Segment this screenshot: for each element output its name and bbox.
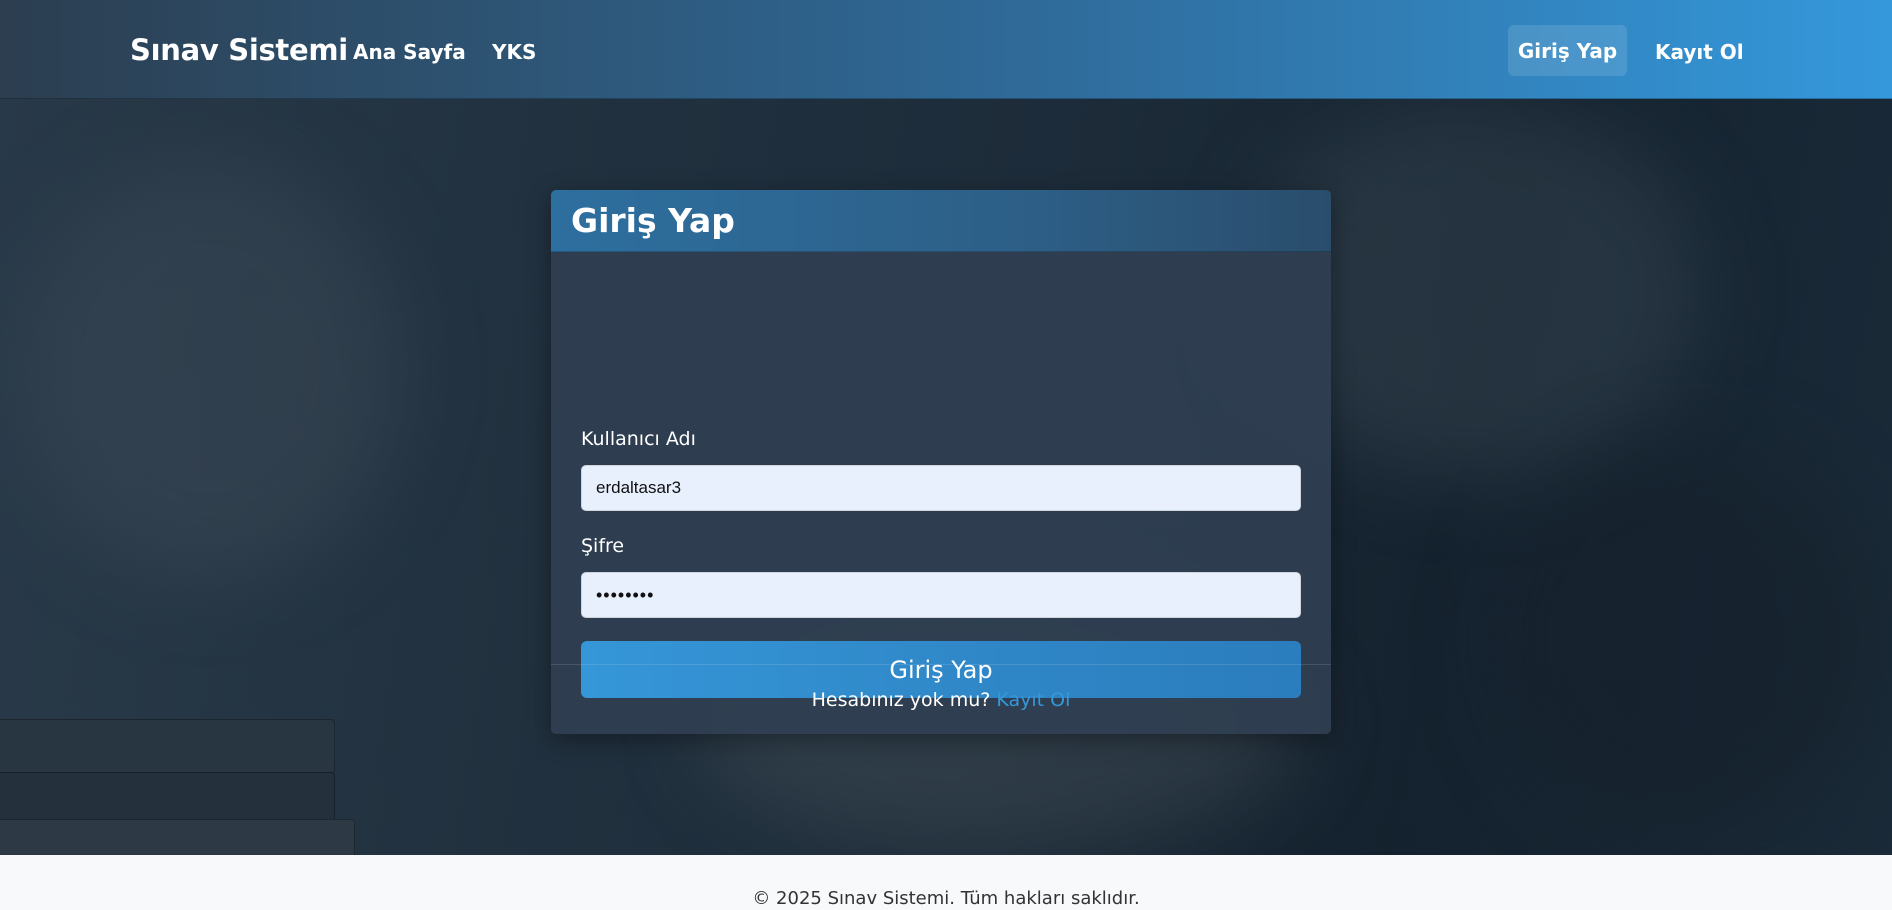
login-title: Giriş Yap (571, 201, 735, 240)
top-navbar: Sınav Sistemi Ana Sayfa YKS Giriş Yap Ka… (0, 0, 1892, 99)
brand-logo[interactable]: Sınav Sistemi (130, 33, 348, 67)
password-input[interactable] (581, 572, 1301, 618)
password-label: Şifre (581, 535, 625, 557)
login-card-header: Giriş Yap (551, 190, 1331, 252)
username-label: Kullanıcı Adı (581, 428, 696, 450)
login-form: Kullanıcı Adı Şifre Giriş Yap (551, 252, 1331, 698)
nav-link-home[interactable]: Ana Sayfa (353, 40, 466, 64)
page-footer: © 2025 Sınav Sistemi. Tüm hakları saklıd… (0, 855, 1892, 910)
copyright-text: © 2025 Sınav Sistemi. Tüm hakları saklıd… (752, 888, 1140, 909)
register-prompt-text: Hesabınız yok mu? (811, 688, 991, 711)
nav-link-yks[interactable]: YKS (492, 40, 536, 64)
login-card: Giriş Yap Kullanıcı Adı Şifre Giriş Yap … (551, 190, 1331, 734)
login-card-footer: Hesabınız yok mu? Kayıt Ol (551, 664, 1331, 734)
nav-login-button[interactable]: Giriş Yap (1508, 25, 1627, 76)
username-input[interactable] (581, 465, 1301, 511)
nav-register-link[interactable]: Kayıt Ol (1655, 40, 1744, 64)
register-link[interactable]: Kayıt Ol (996, 689, 1070, 711)
